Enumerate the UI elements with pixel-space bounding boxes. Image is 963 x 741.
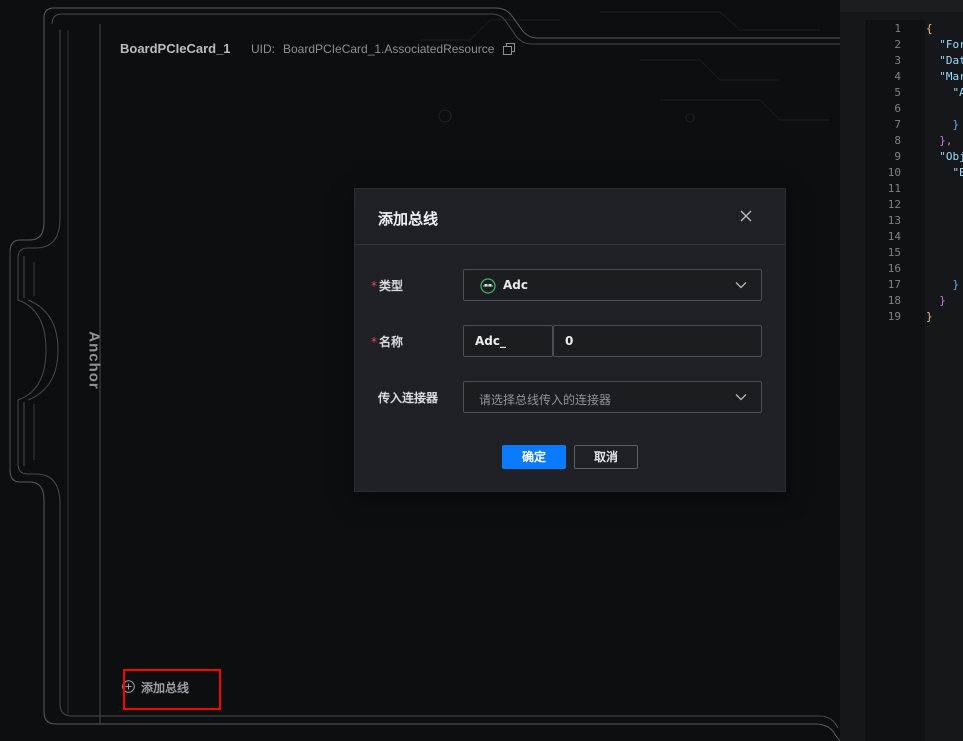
close-icon[interactable] [739,209,753,223]
line-number: 18 [887,294,901,307]
required-mark: * [371,335,377,349]
line-number: 13 [887,214,901,227]
line-number: 15 [887,246,901,259]
connector-select-placeholder: 请选择总线传入的连接器 [479,393,612,407]
type-select-value: Adc [503,278,528,292]
line-number: 17 [887,278,901,291]
code-line: "A [926,86,963,99]
connector-select[interactable]: 请选择总线传入的连接器 [463,381,762,413]
line-number: 5 [894,86,901,99]
line-number: 8 [894,134,901,147]
name-prefix-value: Adc_ [475,334,506,348]
line-number: 19 [887,310,901,323]
code-line: "Mar [926,70,963,83]
line-number: 6 [894,102,901,115]
uid-value: BoardPCIeCard_1.AssociatedResource [283,42,495,56]
code-line: }, [926,134,953,147]
name-label-text: 名称 [379,335,404,349]
line-number: 10 [887,166,901,179]
code-line: } [926,278,960,291]
line-number: 9 [894,150,901,163]
code-line: } [926,118,960,131]
anchor-label: Anchor [85,331,103,390]
code-editor[interactable]: { "For "Dat "Mar "A } }, "Obj "B } }} [926,21,963,325]
code-line: } [926,294,946,307]
required-mark: * [371,279,377,293]
line-number: 3 [894,54,901,67]
line-number: 2 [894,38,901,51]
type-label-text: 类型 [379,279,404,293]
code-line: "B [926,166,963,179]
code-panel-topbar [840,0,963,12]
line-number: 4 [894,70,901,83]
code-line: } [926,310,933,323]
uid-label: UID: [251,42,275,56]
chevron-down-icon [735,394,747,401]
line-numbers: 1 2 3 4 5 6 7 8 9 10 11 12 13 14 15 16 17 18 19 [865,21,901,325]
line-number: 1 [894,22,901,35]
adc-bus-icon [480,278,496,294]
code-line: "Obj [926,150,963,163]
type-label: * 类型 [371,277,403,294]
line-number: 11 [887,182,901,195]
line-number: 7 [894,118,901,131]
name-input[interactable]: 0 [553,325,762,357]
connector-label: 传入连接器 [378,391,439,405]
dialog-header: 添加总线 [355,189,785,245]
highlight-box [123,669,221,710]
copy-icon[interactable] [503,43,515,55]
confirm-button[interactable]: 确定 [502,445,566,469]
name-label: * 名称 [371,333,403,350]
name-prefix-field: Adc_ [463,325,553,357]
line-number: 12 [887,198,901,211]
board-title: BoardPCIeCard_1 [120,41,231,56]
name-input-value: 0 [565,334,574,348]
chevron-down-icon [735,282,747,289]
code-line: { [926,22,933,35]
dialog-title: 添加总线 [378,210,439,228]
add-bus-dialog: 添加总线 * 类型 Adc * 名称 Adc_ 0 传入连接器 请选择总线传入的… [354,188,786,492]
workspace: BoardPCIeCard_1 UID: BoardPCIeCard_1.Ass… [0,0,963,741]
line-number: 16 [887,262,901,275]
line-number: 14 [887,230,901,243]
code-line: "Dat [926,54,963,67]
cancel-button[interactable]: 取消 [574,445,638,469]
code-line: "For [926,38,963,51]
type-select[interactable]: Adc [463,269,762,301]
